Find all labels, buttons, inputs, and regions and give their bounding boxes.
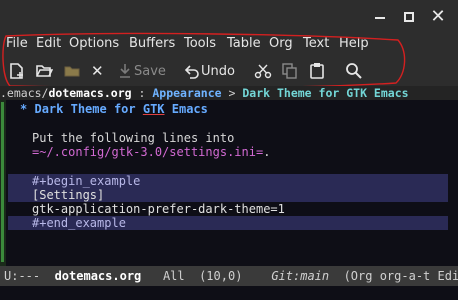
header-file[interactable]: dotemacs.org	[48, 86, 131, 100]
close-icon: ✕	[91, 62, 104, 80]
org-heading[interactable]: * Dark Theme for GTK Emacs	[20, 102, 208, 116]
breadcrumb-parent[interactable]: Appearance	[152, 86, 221, 100]
maximize-icon	[404, 12, 414, 22]
breadcrumb-current[interactable]: Dark Theme for GTK Emacs	[242, 86, 408, 100]
copy-button[interactable]	[281, 62, 299, 80]
folder-icon	[64, 66, 80, 77]
paste-button[interactable]	[308, 62, 326, 80]
example-begin[interactable]: #+begin_example	[8, 174, 448, 188]
header-separator: >	[221, 86, 243, 100]
modeline-git-branch[interactable]: Git:main	[271, 269, 329, 283]
tool-bar: ✕ Save Undo	[0, 56, 458, 86]
header-separator: :	[131, 86, 153, 100]
modeline-position: All (10,0)	[141, 269, 272, 283]
title-bar: ✕	[0, 0, 458, 34]
menu-help[interactable]: Help	[339, 36, 369, 51]
copy-icon	[282, 63, 297, 79]
left-fringe	[0, 100, 6, 266]
save-button[interactable]: Save	[118, 62, 166, 80]
modeline-state: U:---	[4, 269, 55, 283]
cut-button[interactable]	[254, 62, 272, 80]
example-line[interactable]: [Settings]	[8, 188, 448, 202]
heading-text-end: Emacs	[164, 102, 208, 116]
menu-file[interactable]: File	[6, 36, 28, 51]
dired-button[interactable]	[63, 62, 81, 80]
scissors-icon	[254, 64, 272, 79]
menu-tools[interactable]: Tools	[184, 36, 216, 51]
kill-buffer-button[interactable]: ✕	[91, 62, 104, 80]
undo-button[interactable]: Undo	[183, 62, 235, 80]
maximize-button[interactable]	[400, 8, 418, 26]
menu-text[interactable]: Text	[303, 36, 329, 51]
new-file-button[interactable]	[8, 62, 26, 80]
menu-bar: File Edit Options Buffers Tools Table Or…	[0, 34, 458, 56]
heading-gtk-word: GTK	[142, 102, 165, 116]
paragraph-line[interactable]: =~/.config/gtk-3.0/settings.ini=.	[32, 145, 270, 159]
menu-table[interactable]: Table	[227, 36, 261, 51]
menu-org[interactable]: Org	[269, 36, 293, 51]
search-icon	[346, 63, 362, 79]
undo-label: Undo	[201, 63, 235, 79]
example-line[interactable]: gtk-application-prefer-dark-theme=1	[8, 202, 448, 216]
minimize-button[interactable]	[372, 9, 390, 27]
header-prefix: .emacs/	[0, 86, 49, 100]
editor-buffer[interactable]: * Dark Theme for GTK Emacs Put the follo…	[0, 100, 458, 266]
modeline-modes[interactable]: (Org org-a-t Edito	[329, 269, 458, 283]
clipboard-icon	[310, 63, 324, 79]
open-folder-icon	[36, 65, 53, 77]
open-file-button[interactable]	[35, 62, 53, 80]
fringe-indicator	[1, 102, 4, 262]
example-end[interactable]: #+end_example	[8, 216, 448, 230]
settings-path: =~/.config/gtk-3.0/settings.ini=	[32, 145, 264, 159]
paragraph-line[interactable]: Put the following lines into	[32, 131, 234, 145]
minimize-icon	[375, 17, 385, 19]
undo-icon	[184, 65, 199, 79]
paragraph-period: .	[263, 145, 271, 159]
close-window-button[interactable]: ✕	[429, 8, 447, 26]
echo-area[interactable]	[0, 286, 458, 300]
modeline-buffer-name[interactable]: dotemacs.org	[55, 269, 142, 283]
save-icon	[120, 64, 130, 78]
mode-line: U:--- dotemacs.org All (10,0) Git:main (…	[0, 266, 458, 286]
new-file-icon	[10, 63, 23, 79]
search-button[interactable]	[345, 62, 363, 80]
heading-star: *	[20, 102, 28, 116]
header-line: .emacs/dotemacs.org : Appearance > Dark …	[0, 86, 458, 100]
heading-text-start: Dark Theme for	[34, 102, 143, 116]
save-label: Save	[134, 63, 166, 79]
close-icon: ✕	[430, 6, 446, 27]
menu-buffers[interactable]: Buffers	[129, 36, 175, 51]
menu-options[interactable]: Options	[69, 36, 119, 51]
menu-edit[interactable]: Edit	[36, 36, 61, 51]
